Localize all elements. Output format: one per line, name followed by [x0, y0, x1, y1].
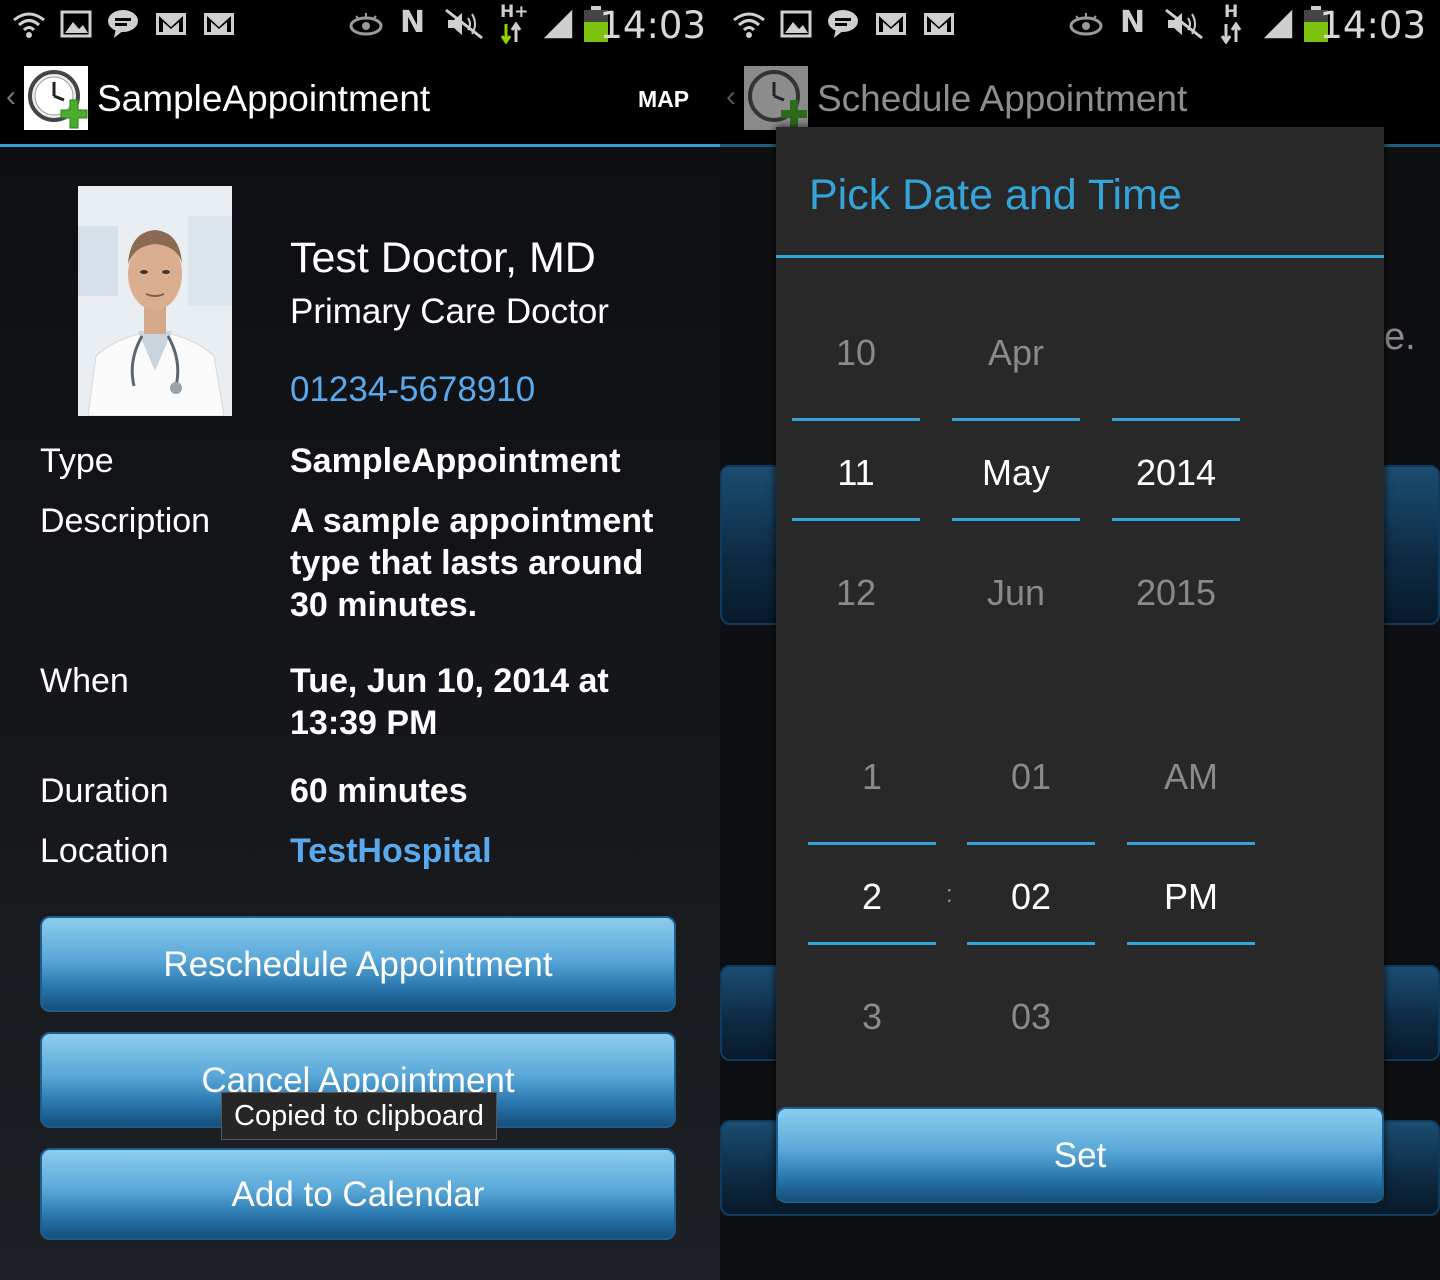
year-selected[interactable]: 2014 [1112, 413, 1240, 533]
doctor-photo [78, 186, 232, 416]
when-value: Tue, Jun 10, 2014 at 13:39 PM [290, 662, 609, 742]
description-value: A sample appointment type that lasts aro… [290, 502, 654, 624]
status-bar: N H 14:03 [720, 0, 1440, 50]
signal-icon [1263, 9, 1293, 39]
network-type-label: H [1224, 2, 1239, 22]
appointment-detail-screen: N H+ 14:03 ‹ SampleAppointment MAP Test … [0, 0, 720, 1280]
eye-icon [1069, 13, 1103, 36]
clock: 14:03 [1319, 4, 1426, 47]
schedule-appointment-screen: N H 14:03 ‹ Schedule Appointment e. Pick… [720, 0, 1440, 1280]
app-logo-icon[interactable] [24, 66, 88, 130]
day-next[interactable]: 12 [792, 533, 920, 653]
mute-icon [1165, 8, 1203, 40]
gmail-icon [924, 13, 954, 35]
up-caret-icon[interactable]: ‹ [726, 80, 736, 114]
data-arrows-icon [500, 22, 522, 44]
dialog-title-divider [776, 255, 1384, 258]
wifi-icon [13, 12, 45, 38]
spinner-divider [967, 942, 1095, 945]
gmail-icon [876, 13, 906, 35]
pick-date-time-dialog: Pick Date and Time 10 11 12 Apr May Jun … [776, 127, 1384, 1201]
up-caret-icon[interactable]: ‹ [6, 80, 16, 114]
spinner-divider [808, 942, 936, 945]
status-bar: N H+ 14:03 [0, 0, 720, 50]
reschedule-button[interactable]: Reschedule Appointment [40, 916, 676, 1012]
hour-next[interactable]: 3 [808, 957, 936, 1077]
spinner-divider [952, 518, 1080, 521]
hour-selected[interactable]: 2 [808, 837, 936, 957]
ampm-spinner[interactable]: AM PM [1127, 717, 1255, 1047]
action-bar-title: Schedule Appointment [817, 78, 1188, 119]
hour-prev[interactable]: 1 [808, 717, 936, 837]
ampm-next[interactable] [1127, 957, 1255, 1077]
type-value: SampleAppointment [290, 442, 621, 480]
duration-value: 60 minutes [290, 772, 468, 810]
spinner-divider [1112, 518, 1240, 521]
clock: 14:03 [599, 4, 706, 47]
minute-prev[interactable]: 01 [967, 717, 1095, 837]
signal-icon [543, 9, 573, 39]
chat-icon [828, 10, 858, 38]
image-icon [60, 10, 92, 38]
set-button[interactable]: Set [776, 1107, 1384, 1203]
doctor-specialty: Primary Care Doctor [290, 292, 609, 331]
year-spinner[interactable]: 2014 2015 [1112, 293, 1240, 623]
nfc-icon: N [400, 5, 426, 40]
duration-label: Duration [40, 772, 169, 810]
minute-next[interactable]: 03 [967, 957, 1095, 1077]
when-label: When [40, 662, 129, 700]
year-next[interactable]: 2015 [1112, 533, 1240, 653]
gmail-icon [156, 13, 186, 35]
description-label: Description [40, 502, 211, 540]
day-spinner[interactable]: 10 11 12 [792, 293, 920, 623]
network-type-label: H+ [500, 2, 529, 22]
time-separator: : [946, 881, 953, 908]
image-icon [780, 10, 812, 38]
gmail-icon [204, 13, 234, 35]
day-prev[interactable]: 10 [792, 293, 920, 413]
minute-selected[interactable]: 02 [967, 837, 1095, 957]
ampm-prev[interactable]: AM [1127, 717, 1255, 837]
map-action-button[interactable]: MAP [638, 86, 689, 113]
location-link[interactable]: TestHospital [290, 830, 690, 872]
dialog-title: Pick Date and Time [809, 171, 1182, 219]
doctor-phone-link[interactable]: 01234-5678910 [290, 370, 535, 410]
hour-spinner[interactable]: 1 2 3 [808, 717, 936, 1047]
wifi-icon [733, 12, 765, 38]
mute-icon [445, 8, 483, 40]
background-text-fragment: e. [1384, 316, 1416, 358]
type-label: Type [40, 442, 114, 480]
nfc-icon: N [1120, 5, 1146, 40]
location-label: Location [40, 832, 169, 870]
month-prev[interactable]: Apr [952, 293, 1080, 413]
doctor-name: Test Doctor, MD [290, 234, 596, 282]
month-selected[interactable]: May [952, 413, 1080, 533]
spinner-divider [1127, 942, 1255, 945]
spinner-divider [792, 518, 920, 521]
action-bar-title: SampleAppointment [97, 78, 431, 119]
copied-toast: Copied to clipboard [221, 1092, 497, 1140]
app-logo-icon[interactable] [744, 66, 808, 130]
eye-icon [349, 13, 383, 36]
ampm-selected[interactable]: PM [1127, 837, 1255, 957]
minute-spinner[interactable]: 01 02 03 [967, 717, 1095, 1047]
day-selected[interactable]: 11 [792, 413, 920, 533]
add-to-calendar-button[interactable]: Add to Calendar [40, 1148, 676, 1240]
chat-icon [108, 10, 138, 38]
month-next[interactable]: Jun [952, 533, 1080, 653]
month-spinner[interactable]: Apr May Jun [952, 293, 1080, 623]
year-prev[interactable] [1112, 293, 1240, 413]
data-arrows-icon [1220, 22, 1242, 44]
